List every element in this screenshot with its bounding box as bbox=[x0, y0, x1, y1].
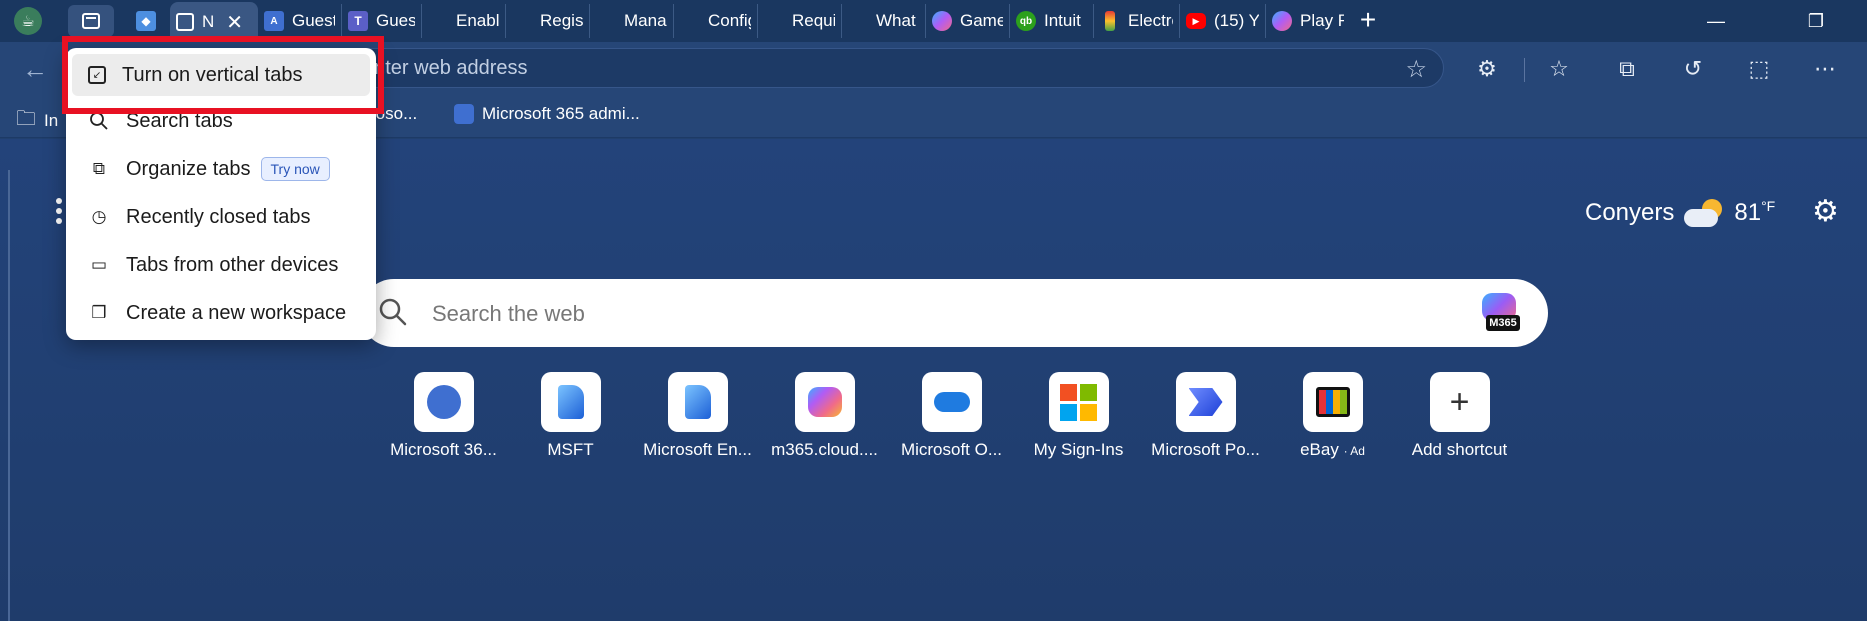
collections-icon[interactable]: ⧉ bbox=[1612, 54, 1642, 84]
tab[interactable]: Regist bbox=[506, 4, 590, 38]
workspace-icon: ❒ bbox=[91, 303, 107, 322]
favorites-bar-item[interactable]: Microsoft 365 admi... bbox=[454, 104, 640, 124]
address-bar[interactable]: enter web address ☆ bbox=[300, 48, 1444, 88]
tab[interactable]: Enable bbox=[422, 4, 506, 38]
teams-icon: T bbox=[348, 11, 368, 31]
sidebar-edge bbox=[8, 170, 10, 621]
tab[interactable]: qb Intuit bbox=[1010, 4, 1094, 38]
tab[interactable]: ◆ bbox=[130, 4, 170, 38]
shortcut-tile[interactable]: Microsoft O... bbox=[888, 372, 1015, 460]
microsoft-icon bbox=[512, 11, 532, 31]
microsoft-icon bbox=[764, 11, 784, 31]
power-automate-icon bbox=[1175, 372, 1236, 432]
close-tab-icon[interactable]: ✕ bbox=[226, 10, 243, 35]
tab[interactable]: Play F bbox=[1266, 4, 1350, 38]
page-settings-gear-icon[interactable]: ⚙ bbox=[1812, 194, 1839, 229]
tab-actions-icon bbox=[82, 13, 100, 29]
microsoft-icon bbox=[680, 11, 700, 31]
toolbar-separator bbox=[1524, 58, 1525, 82]
shortcut-tile[interactable]: m365.cloud.... bbox=[761, 372, 888, 460]
menu-item-tabs-from-other-devices[interactable]: ▭ Tabs from other devices bbox=[72, 244, 370, 286]
tab[interactable]: A Guest bbox=[258, 4, 342, 38]
apps-launcher-icon[interactable] bbox=[56, 198, 62, 224]
microsoft-icon bbox=[596, 11, 616, 31]
shortcut-tile[interactable]: Microsoft Po... bbox=[1142, 372, 1269, 460]
history-icon[interactable]: ↺ bbox=[1678, 54, 1708, 84]
address-input[interactable]: enter web address bbox=[363, 57, 528, 80]
copilot-icon bbox=[1272, 11, 1292, 31]
tab[interactable]: Manag bbox=[590, 4, 674, 38]
tab[interactable]: Config bbox=[674, 4, 758, 38]
shortcut-tile[interactable]: eBay · Ad bbox=[1269, 372, 1396, 460]
menu-item-recently-closed-tabs[interactable]: ◷ Recently closed tabs bbox=[72, 196, 370, 238]
try-now-badge[interactable]: Try now bbox=[260, 157, 330, 181]
history-icon: ◷ bbox=[91, 207, 107, 226]
document-icon bbox=[540, 372, 601, 432]
organize-tabs-icon: ⧉ bbox=[92, 159, 106, 178]
quickbooks-icon: qb bbox=[1016, 11, 1036, 31]
copilot-icon bbox=[794, 372, 855, 432]
shortcut-tile[interactable]: MSFT bbox=[507, 372, 634, 460]
m365-copilot-icon[interactable]: M365 bbox=[1478, 293, 1522, 333]
plus-icon: + bbox=[1429, 372, 1490, 432]
search-input[interactable]: Search the web bbox=[432, 301, 585, 327]
microsoft-icon bbox=[428, 11, 448, 31]
azure-ai-icon: A bbox=[264, 11, 284, 31]
onedrive-icon bbox=[921, 372, 982, 432]
azure-ai-icon bbox=[454, 104, 474, 124]
annotation-highlight-box bbox=[62, 36, 384, 114]
menu-item-create-new-workspace[interactable]: ❒ Create a new workspace bbox=[72, 292, 370, 334]
youtube-icon: ▶ bbox=[1186, 13, 1206, 29]
shortcut-tile[interactable]: My Sign-Ins bbox=[1015, 372, 1142, 460]
web-search-box[interactable]: Search the web M365 bbox=[360, 279, 1548, 347]
copilot-icon bbox=[932, 11, 952, 31]
profile-avatar[interactable]: ☕ bbox=[14, 7, 42, 35]
shortcut-tile[interactable]: Microsoft En... bbox=[634, 372, 761, 460]
microsoft-icon bbox=[848, 11, 868, 31]
restore-button[interactable]: ❐ bbox=[1786, 0, 1846, 42]
tab-actions-menu-button[interactable] bbox=[68, 5, 114, 37]
weather-widget[interactable]: Conyers 81°F bbox=[1585, 198, 1775, 227]
document-icon bbox=[667, 372, 728, 432]
weather-city: Conyers bbox=[1585, 198, 1675, 226]
partly-cloudy-icon bbox=[1684, 198, 1724, 227]
favorites-bar-item[interactable]: 🗀 In bbox=[16, 104, 58, 138]
tab[interactable]: Game bbox=[926, 4, 1010, 38]
minimize-button[interactable]: — bbox=[1686, 0, 1746, 42]
tab-actions-icon bbox=[176, 13, 194, 31]
tab[interactable]: T Guest bbox=[342, 4, 422, 38]
extensions-icon[interactable]: ⚙ bbox=[1472, 54, 1502, 84]
tab[interactable]: ▶ (15) Yo bbox=[1180, 4, 1266, 38]
battery-icon bbox=[1105, 11, 1115, 31]
folder-icon: 🗀 bbox=[16, 108, 36, 130]
favorite-star-icon[interactable]: ☆ bbox=[1405, 55, 1427, 84]
devices-icon: ▭ bbox=[90, 255, 108, 274]
tab[interactable]: What bbox=[842, 4, 926, 38]
menu-item-organize-tabs[interactable]: ⧉ Organize tabs Try now bbox=[72, 148, 370, 190]
shortcuts-row: Microsoft 36... MSFT Microsoft En... m36… bbox=[380, 372, 1523, 460]
screenshot-icon[interactable]: ⬚ bbox=[1744, 54, 1774, 84]
tab[interactable]: Requir bbox=[758, 4, 842, 38]
azure-ai-icon bbox=[413, 372, 474, 432]
more-menu-icon[interactable]: ⋯ bbox=[1810, 54, 1840, 84]
search-icon bbox=[379, 298, 407, 326]
tab[interactable]: Electro bbox=[1094, 4, 1180, 38]
microsoft-icon bbox=[1048, 372, 1109, 432]
shortcut-tile[interactable]: Microsoft 36... bbox=[380, 372, 507, 460]
weather-temperature: 81°F bbox=[1734, 198, 1776, 226]
new-tab-button[interactable]: + bbox=[1355, 6, 1381, 34]
shopping-bag-icon bbox=[1302, 372, 1363, 432]
favorites-icon[interactable]: ☆ bbox=[1544, 54, 1574, 84]
add-shortcut-button[interactable]: + Add shortcut bbox=[1396, 372, 1523, 460]
back-button[interactable]: ← bbox=[22, 54, 48, 85]
azure-ai-icon: ◆ bbox=[136, 11, 156, 31]
